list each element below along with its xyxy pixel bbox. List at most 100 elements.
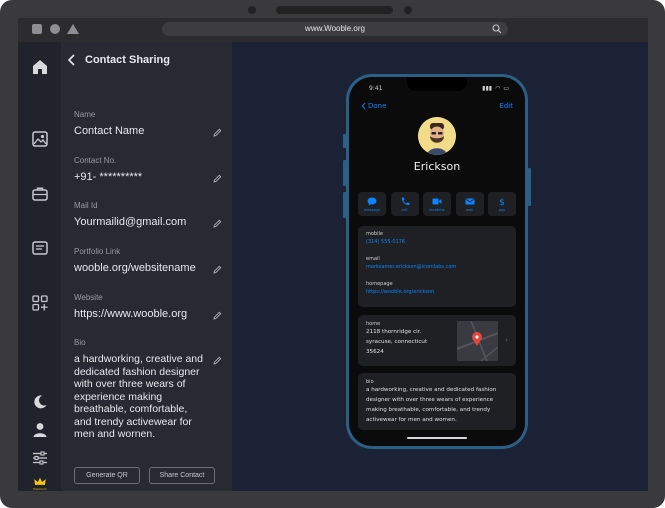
card-icon[interactable] <box>30 238 50 258</box>
mobile-label: mobile <box>366 231 383 237</box>
crown-icon <box>34 477 46 485</box>
action-label: message <box>364 207 380 212</box>
icon-sidebar: Premium <box>18 42 61 491</box>
address-line3: 35624 <box>366 349 384 355</box>
field-label: Website <box>74 293 103 302</box>
phone-notch <box>407 77 467 91</box>
call-action-button[interactable]: call <box>390 192 419 216</box>
address-line1: 2118 thornridge cir. <box>366 329 422 335</box>
home-icon[interactable] <box>30 57 50 77</box>
panel-header: Contact Sharing <box>67 54 170 66</box>
browser-toolbar: www.Wooble.org <box>18 18 648 42</box>
svg-text:$: $ <box>499 198 505 206</box>
home-indicator <box>407 437 467 439</box>
preview-area: 9:41 ▮▮▮ ◠ ▭ Done Edit Erickson message … <box>232 42 648 491</box>
video-camera-icon <box>432 198 442 204</box>
back-arrow-icon[interactable] <box>67 54 77 66</box>
phone-icon <box>401 197 409 205</box>
action-label: mail <box>465 207 474 212</box>
message-icon <box>367 197 377 205</box>
status-time: 9:41 <box>369 85 383 92</box>
contact-avatar <box>418 117 456 155</box>
sliders-icon[interactable] <box>30 448 50 468</box>
message-action-button[interactable]: message <box>358 192 386 216</box>
portfolio-link-field: Portfolio Link wooble.org/websitename <box>74 247 224 274</box>
phone-screen: 9:41 ▮▮▮ ◠ ▭ Done Edit Erickson message … <box>349 77 525 446</box>
crown-button[interactable]: Premium <box>30 474 50 491</box>
dollar-icon: $ <box>499 198 505 206</box>
chevron-left-icon <box>361 102 366 110</box>
chevron-right-icon: › <box>505 336 508 344</box>
field-label: Name <box>74 110 96 119</box>
contact-name: Erickson <box>413 160 461 173</box>
portfolio-link-value[interactable]: wooble.org/websitename <box>74 262 224 274</box>
share-contact-button[interactable]: Share Contact <box>149 467 215 484</box>
pay-action-button[interactable]: $ pay <box>488 192 516 216</box>
crown-label: Premium <box>33 487 47 491</box>
edit-pencil-icon[interactable] <box>213 356 222 365</box>
briefcase-icon[interactable] <box>30 184 50 204</box>
panel-title: Contact Sharing <box>85 54 170 66</box>
apps-add-icon[interactable] <box>30 293 50 313</box>
search-icon[interactable] <box>492 24 502 34</box>
user-icon[interactable] <box>30 420 50 440</box>
mail-icon <box>465 198 474 204</box>
status-icons: ▮▮▮ ◠ ▭ <box>482 85 509 92</box>
email-value[interactable]: marksamer.erickson@icomlabs.com <box>366 264 456 270</box>
contact-sharing-panel: Contact Sharing Name Contact Name Contac… <box>61 42 232 491</box>
homepage-label: homepage <box>366 281 393 287</box>
edit-pencil-icon[interactable] <box>213 219 222 228</box>
window-circle-button[interactable] <box>50 24 60 34</box>
website-value[interactable]: https://www.wooble.org <box>74 308 224 320</box>
moon-icon[interactable] <box>30 392 50 412</box>
url-text: www.Wooble.org <box>305 24 365 33</box>
bio-value[interactable]: a hardworking, creative and dedicated fa… <box>74 353 206 441</box>
map-pin-icon <box>457 321 498 361</box>
edit-pencil-icon[interactable] <box>213 265 222 274</box>
camera-bar <box>276 6 393 14</box>
window-square-button[interactable] <box>32 24 42 34</box>
website-field: Website https://www.wooble.org <box>74 293 224 320</box>
gallery-icon[interactable] <box>30 129 50 149</box>
generate-qr-button[interactable]: Generate QR <box>74 467 140 484</box>
mail-action-button[interactable]: mail <box>455 192 484 216</box>
phone-mockup: 9:41 ▮▮▮ ◠ ▭ Done Edit Erickson message … <box>346 74 528 449</box>
edit-pencil-icon[interactable] <box>213 128 222 137</box>
contact-actions: message call facetime mail $ pay <box>358 192 516 216</box>
field-label: Bio <box>74 338 86 347</box>
sensor-dot <box>404 6 412 14</box>
bio-text: a hardworking, creative and dedicated fa… <box>366 387 497 423</box>
done-label: Done <box>368 102 387 110</box>
field-label: Contact No. <box>74 156 117 165</box>
name-value[interactable]: Contact Name <box>74 125 224 137</box>
mail-id-value[interactable]: Yourmailid@gmail.com <box>74 216 224 228</box>
phone-power-button <box>528 168 531 206</box>
map-thumbnail[interactable] <box>457 321 498 361</box>
action-label: pay <box>498 207 506 212</box>
avatar-illustration <box>418 117 456 155</box>
signal-icon: ▮▮▮ <box>482 85 493 92</box>
edit-pencil-icon[interactable] <box>213 311 222 320</box>
wifi-icon: ◠ <box>495 85 501 92</box>
window-triangle-button[interactable] <box>67 24 79 34</box>
field-label: Mail Id <box>74 201 98 210</box>
address-line2: syracuse, connecticut <box>366 339 428 345</box>
action-label: call <box>401 207 408 212</box>
contact-info-card: mobile (314) 555-0176 email marksamer.er… <box>358 226 516 307</box>
contact-no-field: Contact No. +91- ********** <box>74 156 224 183</box>
address-card[interactable]: home 2118 thornridge cir. syracuse, conn… <box>358 315 516 366</box>
edit-button[interactable]: Edit <box>499 102 513 110</box>
homepage-value[interactable]: https://wooble.org/erickson <box>366 289 434 295</box>
facetime-action-button[interactable]: facetime <box>423 192 451 216</box>
email-label: email <box>366 256 380 262</box>
field-label: Portfolio Link <box>74 247 121 256</box>
mobile-value[interactable]: (314) 555-0176 <box>366 239 405 245</box>
address-bar[interactable]: www.Wooble.org <box>162 22 508 36</box>
bio-field: Bio a hardworking, creative and dedicate… <box>74 338 224 441</box>
edit-pencil-icon[interactable] <box>213 174 222 183</box>
action-label: facetime <box>429 207 445 212</box>
contact-no-value[interactable]: +91- ********** <box>74 171 224 183</box>
done-button[interactable]: Done <box>361 102 386 110</box>
battery-icon: ▭ <box>503 85 509 92</box>
bio-card: bio a hardworking, creative and dedicate… <box>358 373 516 430</box>
